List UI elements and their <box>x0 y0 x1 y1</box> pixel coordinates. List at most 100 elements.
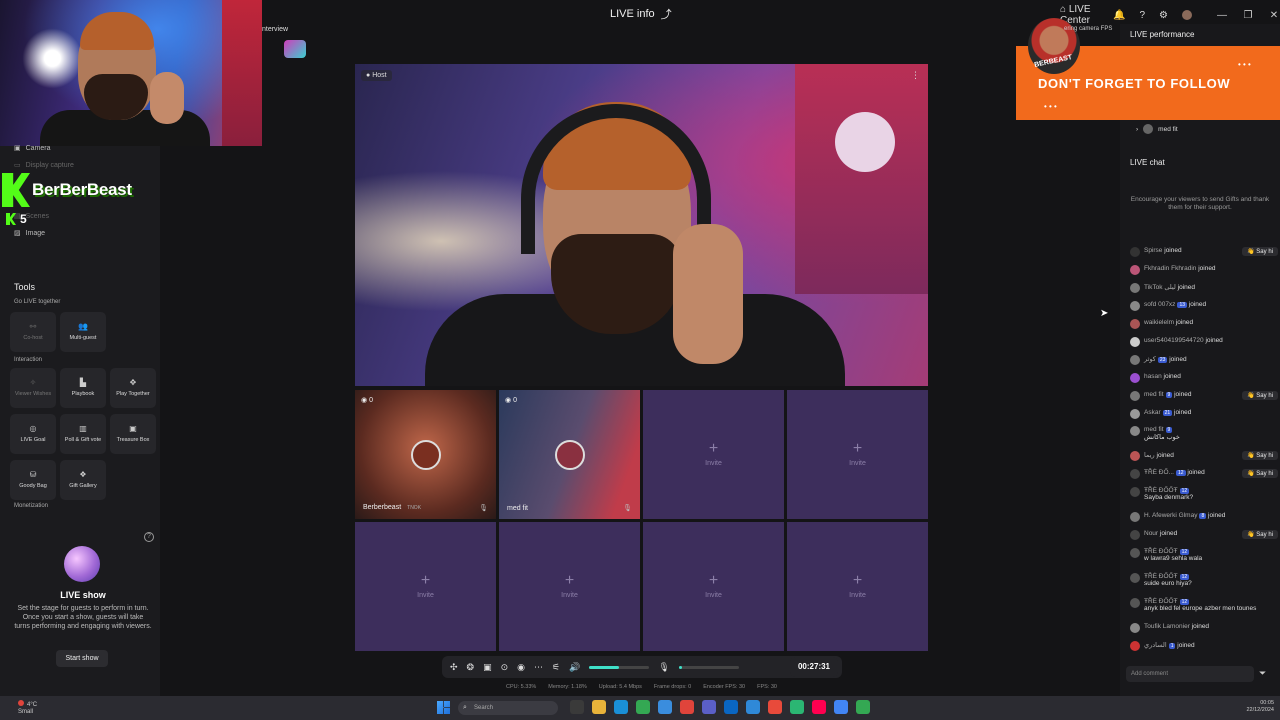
say-hi-button[interactable]: 👋 Say hi <box>1242 530 1278 539</box>
more-icon[interactable]: ⋯ <box>534 662 543 673</box>
settings-icon[interactable]: ◉ <box>517 662 525 673</box>
avatar[interactable] <box>1130 451 1140 461</box>
avatar[interactable] <box>1130 426 1140 436</box>
say-hi-button[interactable]: 👋 Say hi <box>1242 247 1278 256</box>
chat-username[interactable]: Fkhradin Fkhradin <box>1144 265 1196 272</box>
chat-username[interactable]: ŦŘĖ ĐŐŐŦ <box>1144 487 1178 494</box>
avatar[interactable] <box>1130 337 1140 347</box>
tool-playbook[interactable]: ▙ Playbook <box>60 368 106 408</box>
volume-slider[interactable] <box>589 665 650 669</box>
start-show-button[interactable]: Start show <box>56 650 108 667</box>
app-icon[interactable] <box>790 700 804 714</box>
guest-slot[interactable]: ◉ 0 Berberbeast TNOK 🎙 <box>355 390 496 519</box>
chat-username[interactable]: Toufik Lamonier <box>1144 623 1190 630</box>
invite-slot[interactable]: + Invite <box>643 390 784 519</box>
tool-poll[interactable]: ▥ Poll & Gift vote <box>60 414 106 454</box>
tool-viewer-wishes[interactable]: ✧ Viewer Wishes <box>10 368 56 408</box>
avatar[interactable] <box>1130 641 1140 651</box>
avatar[interactable] <box>1130 598 1140 608</box>
chat-username[interactable]: hasan <box>1144 373 1162 380</box>
invite-slot[interactable]: + Invite <box>643 522 784 651</box>
avatar[interactable] <box>1130 373 1140 383</box>
mic-icon[interactable]: 🎙 <box>479 504 488 512</box>
tool-multiguest[interactable]: 👥 Multi-guest <box>60 312 106 352</box>
chat-username[interactable]: Askar <box>1144 409 1161 416</box>
tool-goody-bag[interactable]: ⛁ Goody Bag <box>10 460 56 500</box>
preview-thumbnail[interactable] <box>284 40 306 58</box>
chat-username[interactable]: H. Afewerki Glmay <box>1144 512 1197 519</box>
edge-icon[interactable] <box>614 700 628 714</box>
avatar[interactable] <box>1130 301 1140 311</box>
teams-icon[interactable] <box>702 700 716 714</box>
help-icon[interactable]: ? <box>1139 10 1145 21</box>
windows-start-icon[interactable] <box>437 701 450 714</box>
guest-list-item[interactable]: › med fit <box>1136 124 1178 134</box>
source-camera[interactable]: ▣ Camera <box>14 144 51 153</box>
filter-icon[interactable]: ⏷ <box>1259 668 1266 679</box>
minimize-icon[interactable]: — <box>1216 10 1228 21</box>
chat-username[interactable]: ŦŘĖ ĐŐŐŦ <box>1144 598 1178 605</box>
share-icon[interactable]: ⤴ <box>661 6 672 22</box>
chrome-icon[interactable] <box>636 700 650 714</box>
restore-icon[interactable]: ❐ <box>1242 10 1254 21</box>
live-info-title[interactable]: LIVE info ⤴ <box>610 6 672 22</box>
app-icon[interactable] <box>724 700 738 714</box>
avatar[interactable] <box>1130 319 1140 329</box>
system-clock[interactable]: 00:05 22/12/2024 <box>1218 700 1274 714</box>
mic-icon[interactable]: 🎙 <box>623 504 632 512</box>
more-options-icon[interactable]: ⋮ <box>911 70 920 81</box>
tool-treasure-box[interactable]: ▣ Treasure Box <box>110 414 156 454</box>
chat-username[interactable]: ريما <box>1144 452 1155 459</box>
weather-widget[interactable]: 4°C Small <box>18 700 37 716</box>
chat-username[interactable]: TikTok ليلى <box>1144 284 1176 291</box>
avatar[interactable] <box>1130 391 1140 401</box>
say-hi-button[interactable]: 👋 Say hi <box>1242 469 1278 478</box>
chat-username[interactable]: sofd 007xz <box>1144 301 1175 308</box>
chat-username[interactable]: ŦŘĖ ĐŐŐŦ <box>1144 548 1178 555</box>
chrome-icon[interactable] <box>856 700 870 714</box>
avatar[interactable] <box>1130 530 1140 540</box>
invite-slot[interactable]: + Invite <box>499 522 640 651</box>
avatar[interactable] <box>1130 623 1140 633</box>
app-icon[interactable] <box>680 700 694 714</box>
screen-icon[interactable]: ▣ <box>483 662 492 673</box>
file-explorer-icon[interactable] <box>592 700 606 714</box>
host-video[interactable]: ● Host ⋮ <box>355 64 928 386</box>
tool-cohost[interactable]: ⚯ Co-host <box>10 312 56 352</box>
equalizer-icon[interactable]: ⚟ <box>552 662 560 673</box>
avatar[interactable] <box>1130 512 1140 522</box>
avatar[interactable] <box>1130 573 1140 583</box>
bell-icon[interactable]: 🔔 <box>1113 10 1125 21</box>
avatar[interactable] <box>1130 355 1140 365</box>
chat-username[interactable]: med fit <box>1144 391 1164 398</box>
avatar[interactable] <box>1130 469 1140 479</box>
filter-icon[interactable]: ❂ <box>467 662 475 673</box>
microphone-icon[interactable]: 🎙 <box>658 662 669 673</box>
effects-icon[interactable]: ✣ <box>450 662 458 673</box>
tool-live-goal[interactable]: ◎ LIVE Goal <box>10 414 56 454</box>
chrome-icon[interactable] <box>834 700 848 714</box>
say-hi-button[interactable]: 👋 Say hi <box>1242 391 1278 400</box>
chat-username[interactable]: med fit <box>1144 426 1164 433</box>
avatar[interactable] <box>1130 409 1140 419</box>
speaker-icon[interactable]: 🔊 <box>569 662 580 673</box>
avatar[interactable] <box>1130 247 1140 257</box>
gear-icon[interactable]: ⚙ <box>1159 10 1168 21</box>
tiktok-icon[interactable] <box>812 700 826 714</box>
task-view-icon[interactable] <box>570 700 584 714</box>
chat-username[interactable]: السادري <box>1144 642 1167 649</box>
avatar[interactable] <box>1182 10 1192 20</box>
guest-slot[interactable]: ◉ 0 med fit 🎙 <box>499 390 640 519</box>
help-circle-icon[interactable]: ? <box>144 532 154 542</box>
chat-username[interactable]: ŦŘĖ ĐŐŐŦ <box>1144 573 1178 580</box>
chat-username[interactable]: كوثر <box>1144 356 1156 363</box>
chat-username[interactable]: Nour <box>1144 530 1158 537</box>
app-icon[interactable] <box>768 700 782 714</box>
tool-play-together[interactable]: ✥ Play Together <box>110 368 156 408</box>
say-hi-button[interactable]: 👋 Say hi <box>1242 451 1278 460</box>
invite-slot[interactable]: + Invite <box>355 522 496 651</box>
chat-username[interactable]: ŦŘĖ ĐŐ... <box>1144 469 1174 476</box>
avatar[interactable] <box>1130 548 1140 558</box>
avatar[interactable] <box>1130 265 1140 275</box>
app-icon[interactable] <box>746 700 760 714</box>
